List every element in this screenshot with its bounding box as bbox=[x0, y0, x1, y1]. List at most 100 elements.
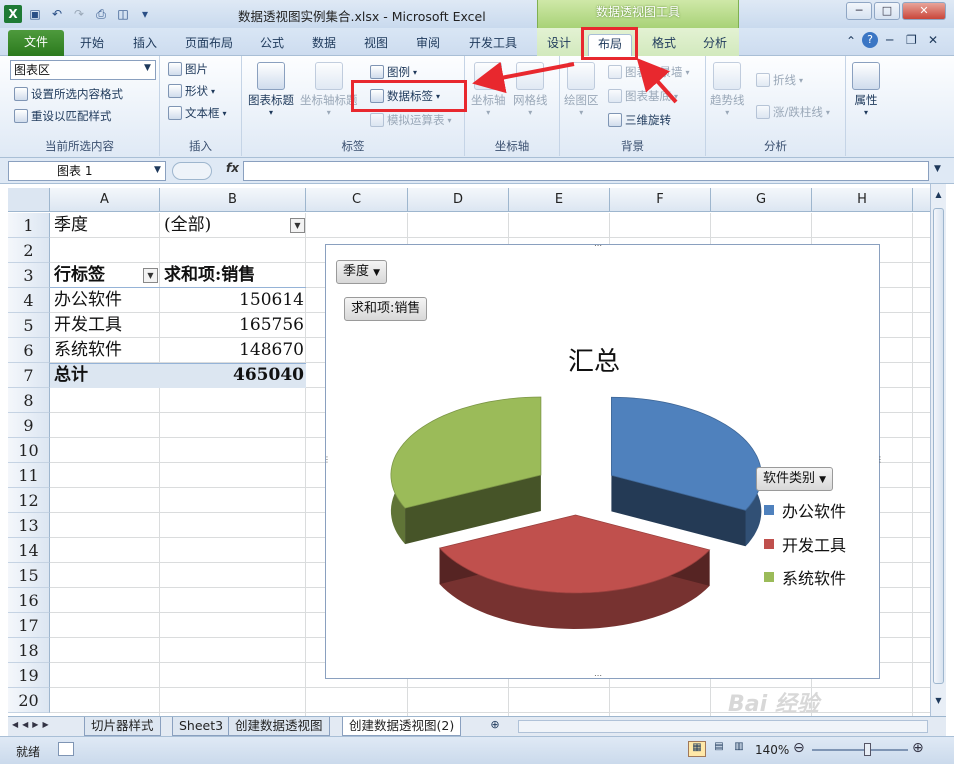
chevron-down-icon[interactable]: ▼ bbox=[154, 165, 161, 175]
column-header-d[interactable]: D bbox=[408, 188, 509, 212]
sheet-tab[interactable]: 创建数据透视图 bbox=[228, 717, 330, 736]
plot-area-button[interactable]: 绘图区 ▾ bbox=[564, 62, 599, 117]
help-icon[interactable]: ? bbox=[862, 32, 878, 48]
chart-floor-button[interactable]: 图表基底 ▾ bbox=[608, 88, 678, 104]
formula-input[interactable] bbox=[243, 161, 929, 181]
zoom-slider-thumb[interactable] bbox=[864, 743, 871, 756]
legend-field-button[interactable]: 软件类别 ▼ bbox=[756, 467, 834, 491]
row-header[interactable]: 9 bbox=[8, 413, 50, 438]
row-header[interactable]: 12 bbox=[8, 488, 50, 513]
workbook-close-icon[interactable]: ✕ bbox=[928, 33, 938, 47]
pivot-row-label-header[interactable]: 行标签 bbox=[54, 263, 105, 288]
row-header[interactable]: 17 bbox=[8, 613, 50, 638]
insert-picture-button[interactable]: 图片 bbox=[168, 61, 208, 77]
row-header[interactable]: 5 bbox=[8, 313, 50, 338]
pivot-chart[interactable]: ⋯ ⋯ ⋮ ⋮ 季度 ▼ 求和项:销售 汇总 软件类别 ▼ 办公软件 开发工具 … bbox=[323, 241, 884, 680]
print-preview-icon[interactable]: ◫ bbox=[114, 5, 132, 23]
save-icon[interactable]: ▣ bbox=[26, 5, 44, 23]
column-header-h[interactable]: H bbox=[812, 188, 913, 212]
insert-function-icon[interactable]: fx bbox=[226, 161, 239, 175]
legend-button[interactable]: 图例 ▾ bbox=[370, 64, 417, 80]
redo-icon[interactable]: ↷ bbox=[70, 5, 88, 23]
row-header[interactable]: 18 bbox=[8, 638, 50, 663]
expand-formula-icon[interactable]: ▼ bbox=[934, 164, 941, 174]
trendline-button[interactable]: 趋势线 ▾ bbox=[710, 62, 745, 117]
reset-style-button[interactable]: 重设以匹配样式 bbox=[14, 108, 112, 124]
zoom-out-icon[interactable]: ⊖ bbox=[793, 740, 805, 756]
tab-page-layout[interactable]: 页面布局 bbox=[180, 34, 238, 56]
tab-data[interactable]: 数据 bbox=[304, 34, 344, 56]
column-header-b[interactable]: B bbox=[160, 188, 306, 212]
row-header[interactable]: 15 bbox=[8, 563, 50, 588]
row-header[interactable]: 20 bbox=[8, 688, 50, 713]
row-header[interactable]: 4 bbox=[8, 288, 50, 313]
tab-insert[interactable]: 插入 bbox=[124, 34, 166, 56]
pivot-row-label[interactable]: 开发工具 bbox=[54, 313, 122, 338]
scroll-thumb[interactable] bbox=[933, 208, 944, 684]
pivot-total-label[interactable]: 总计 bbox=[54, 363, 88, 388]
macro-record-icon[interactable] bbox=[58, 742, 74, 756]
chart-elements-dropdown[interactable]: 图表区 bbox=[10, 60, 156, 80]
row-header[interactable]: 11 bbox=[8, 463, 50, 488]
pivot-value-header[interactable]: 求和项:销售 bbox=[164, 263, 255, 288]
format-selection-button[interactable]: 设置所选内容格式 bbox=[14, 86, 123, 102]
row-header[interactable]: 8 bbox=[8, 388, 50, 413]
row-header[interactable]: 2 bbox=[8, 238, 50, 263]
sheet-nav-arrows-icon[interactable]: ◀◀▶▶ bbox=[12, 720, 53, 729]
tab-view[interactable]: 视图 bbox=[356, 34, 396, 56]
row-header[interactable]: 13 bbox=[8, 513, 50, 538]
pie-slice[interactable] bbox=[390, 396, 542, 545]
row-header[interactable]: 10 bbox=[8, 438, 50, 463]
column-header-g[interactable]: G bbox=[711, 188, 812, 212]
pivot-row-label[interactable]: 系统软件 bbox=[54, 338, 122, 363]
lines-button[interactable]: 折线 ▾ bbox=[756, 72, 803, 88]
properties-button[interactable]: 属性 ▾ bbox=[852, 62, 880, 117]
select-all-corner[interactable] bbox=[8, 188, 50, 212]
workbook-minimize-icon[interactable]: ─ bbox=[886, 33, 893, 47]
scroll-up-icon[interactable]: ▲ bbox=[933, 190, 944, 202]
pivot-row-value[interactable]: 150614 bbox=[164, 288, 304, 313]
customize-qat-icon[interactable]: ▾ bbox=[136, 5, 154, 23]
pivot-filter-label[interactable]: 季度 bbox=[54, 213, 88, 238]
axis-titles-button[interactable]: 坐标轴标题 ▾ bbox=[300, 62, 358, 117]
tab-formulas[interactable]: 公式 bbox=[252, 34, 292, 56]
zoom-slider[interactable] bbox=[812, 749, 908, 751]
row-header[interactable]: 14 bbox=[8, 538, 50, 563]
row-header[interactable]: 19 bbox=[8, 663, 50, 688]
sheet-tab-active[interactable]: 创建数据透视图(2) bbox=[342, 717, 462, 736]
axes-button[interactable]: 坐标轴 ▾ bbox=[471, 62, 506, 117]
sheet-tab[interactable]: Sheet3 bbox=[172, 717, 231, 736]
row-header[interactable]: 6 bbox=[8, 338, 50, 363]
chart-wall-button[interactable]: 图表背景墙 ▾ bbox=[608, 64, 690, 80]
row-header[interactable]: 3 bbox=[8, 263, 50, 288]
pivot-row-label[interactable]: 办公软件 bbox=[54, 288, 122, 313]
scroll-down-icon[interactable]: ▼ bbox=[933, 696, 944, 708]
insert-textbox-button[interactable]: 文本框 ▾ bbox=[168, 105, 227, 121]
column-header-c[interactable]: C bbox=[306, 188, 408, 212]
tab-developer[interactable]: 开发工具 bbox=[462, 34, 524, 56]
column-header-a[interactable]: A bbox=[50, 188, 160, 212]
vertical-scrollbar[interactable]: ▲ ▼ bbox=[930, 184, 946, 716]
pivot-row-value[interactable]: 148670 bbox=[164, 338, 304, 363]
tab-format[interactable]: 格式 bbox=[644, 34, 684, 56]
data-table-button[interactable]: 模拟运算表 ▾ bbox=[370, 112, 452, 128]
column-header-e[interactable]: E bbox=[509, 188, 610, 212]
updown-bars-button[interactable]: 涨/跌柱线 ▾ bbox=[756, 104, 830, 120]
collapse-ribbon-icon[interactable]: ⌃ bbox=[846, 34, 856, 48]
page-layout-view-icon[interactable]: ▤ bbox=[710, 741, 728, 757]
pivot-filter-value[interactable]: (全部) bbox=[164, 213, 211, 238]
row-header[interactable]: 7 bbox=[8, 363, 50, 388]
pie-plot[interactable] bbox=[326, 245, 881, 680]
tab-analyze[interactable]: 分析 bbox=[694, 34, 736, 56]
row-header[interactable]: 1 bbox=[8, 213, 50, 238]
close-button[interactable]: ✕ bbox=[902, 2, 946, 20]
pie-slice[interactable] bbox=[438, 514, 711, 629]
page-break-view-icon[interactable]: ▥ bbox=[730, 741, 748, 757]
pivot-row-value[interactable]: 165756 bbox=[164, 313, 304, 338]
normal-view-icon[interactable]: ▦ bbox=[688, 741, 706, 757]
insert-shapes-button[interactable]: 形状 ▾ bbox=[168, 83, 215, 99]
maximize-button[interactable]: □ bbox=[874, 2, 900, 20]
filter-dropdown-icon[interactable]: ▼ bbox=[290, 218, 305, 233]
tab-file[interactable]: 文件 bbox=[8, 30, 64, 56]
tab-review[interactable]: 审阅 bbox=[408, 34, 448, 56]
